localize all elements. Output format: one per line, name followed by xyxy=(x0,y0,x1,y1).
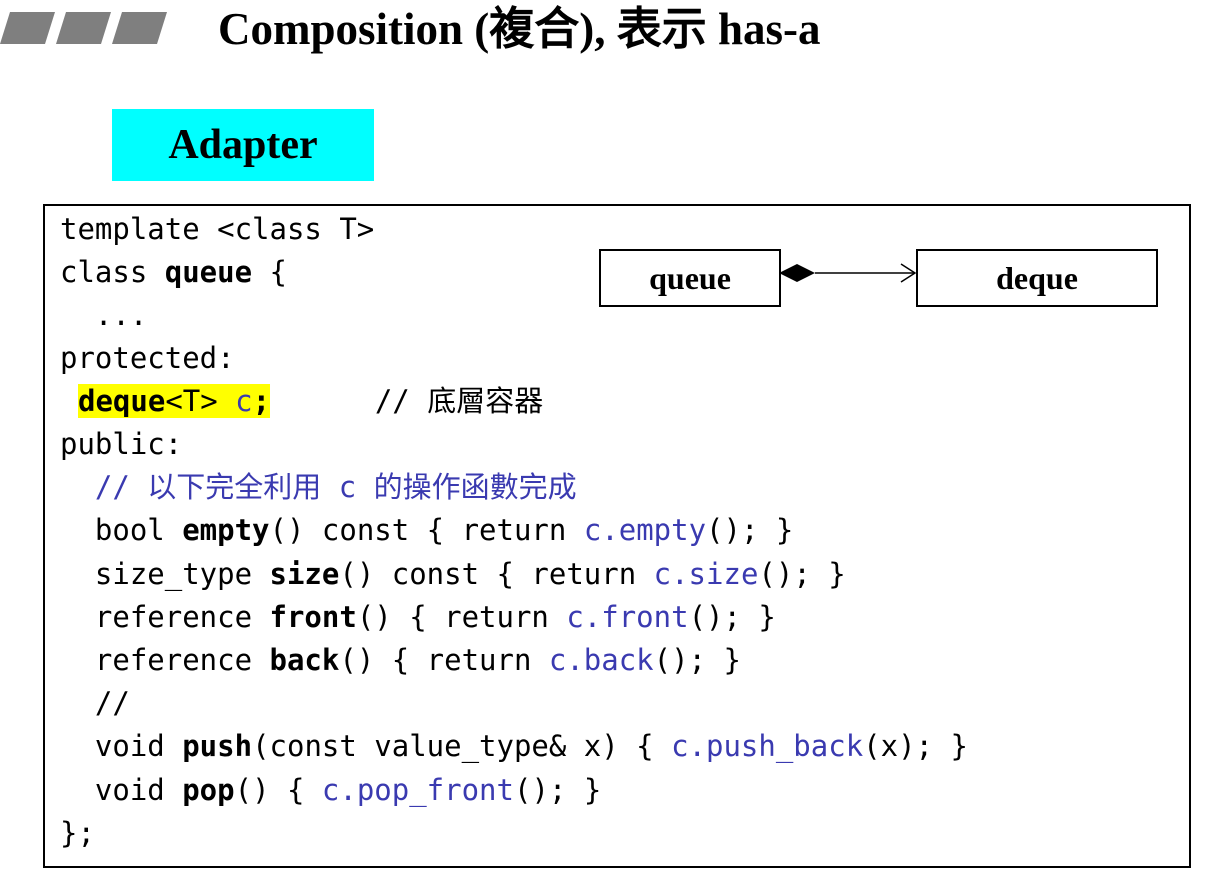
code-line-front: reference front() { return c.front(); } xyxy=(60,600,776,634)
highlighted-member: deque<T> c; xyxy=(78,384,271,418)
uml-queue-box: queue xyxy=(599,249,781,307)
page-title: Composition (複合), 表示 has-a xyxy=(218,4,821,54)
code-line-class: class queue { xyxy=(60,255,287,289)
code-line-protected: protected: xyxy=(60,341,235,375)
adapter-label: Adapter xyxy=(112,109,374,181)
code-line-empty: bool empty() const { return c.empty(); } xyxy=(60,513,794,547)
code-line-back: reference back() { return c.back(); } xyxy=(60,643,741,677)
uml-deque-box: deque xyxy=(916,249,1158,307)
code-line-size: size_type size() const { return c.size()… xyxy=(60,557,846,591)
code-line-comment: // 以下完全利用 c 的操作函數完成 xyxy=(60,470,577,504)
code-line-member: deque<T> c; // 底層容器 xyxy=(78,384,544,418)
code-line-ellipsis: ... xyxy=(60,298,148,332)
code-line-push: void push(const value_type& x) { c.push_… xyxy=(60,729,968,763)
composition-arrow xyxy=(779,263,917,283)
code-line-slashes: // xyxy=(60,686,130,720)
title-decoration-bars xyxy=(0,12,167,44)
code-line-public: public: xyxy=(60,427,183,461)
code-line-close: }; xyxy=(60,816,95,850)
code-line-template: template <class T> xyxy=(60,212,375,246)
code-block: template <class T> class queue { ... pro… xyxy=(60,208,968,850)
code-line-pop: void pop() { c.pop_front(); } xyxy=(60,773,602,807)
